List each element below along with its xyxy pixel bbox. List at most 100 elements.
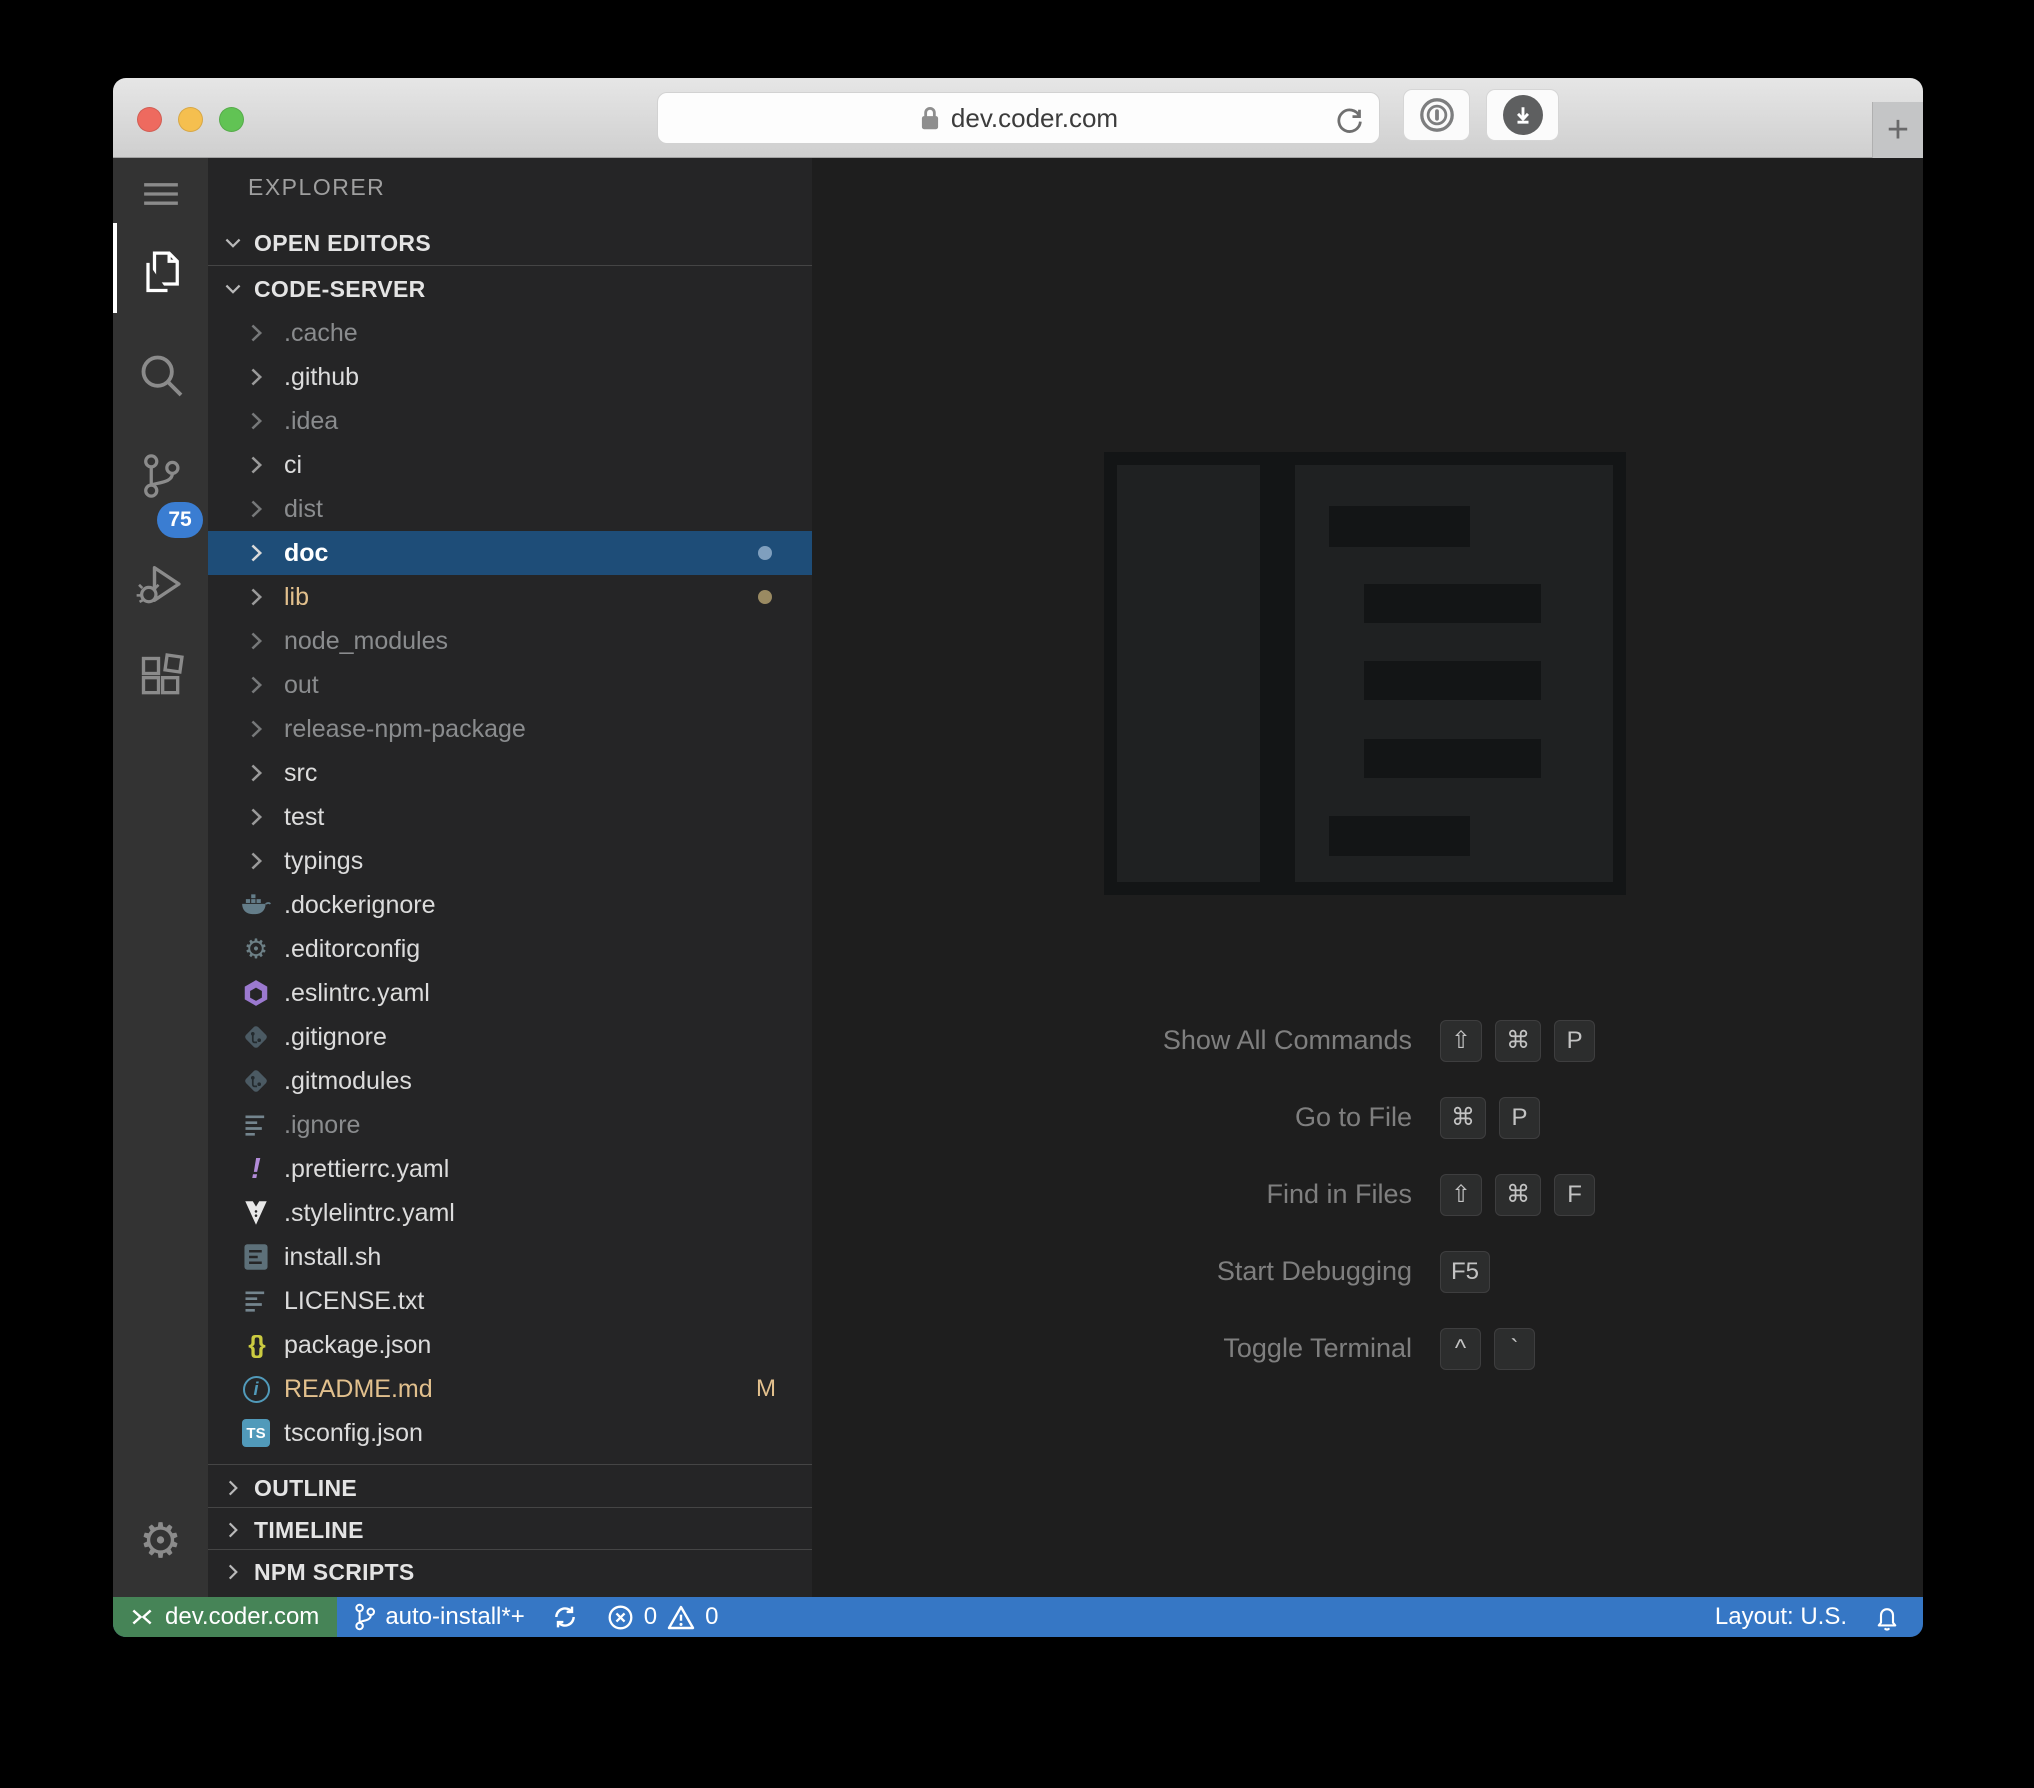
activity-item-source-control[interactable]: 75 xyxy=(113,444,208,538)
minimize-window-button[interactable] xyxy=(178,107,203,132)
key-cap: F5 xyxy=(1440,1250,1491,1293)
remote-indicator[interactable]: dev.coder.com xyxy=(113,1597,338,1637)
tree-item-dist[interactable]: dist xyxy=(208,487,812,531)
decoration-dot xyxy=(758,590,772,604)
activity-item-menu[interactable] xyxy=(113,162,208,226)
activity-item-run-debug[interactable] xyxy=(113,552,208,616)
watermark-left-panel xyxy=(1117,465,1260,882)
section-label: TIMELINE xyxy=(254,1516,364,1543)
tree-item-label: .prettierrc.yaml xyxy=(284,1154,450,1183)
zoom-window-button[interactable] xyxy=(219,107,244,132)
shortcut-row: Toggle Terminal ^ ` xyxy=(812,1310,1923,1387)
one-password-extension-button[interactable] xyxy=(1403,89,1470,141)
eslint-icon xyxy=(238,978,274,1008)
tree-item-lib[interactable]: lib xyxy=(208,575,812,619)
sync-changes-button[interactable] xyxy=(551,1603,579,1631)
browser-titlebar: dev.coder.com + xyxy=(113,78,1923,158)
chevron-right-icon xyxy=(238,453,274,477)
chevron-right-icon xyxy=(238,497,274,521)
tree-item-README.md[interactable]: i README.md M xyxy=(208,1367,812,1411)
section-workspace-root[interactable]: CODE-SERVER xyxy=(208,267,812,311)
tree-item-doc[interactable]: doc xyxy=(208,531,812,575)
tree-item-src[interactable]: src xyxy=(208,751,812,795)
tree-item-label: .eslintrc.yaml xyxy=(284,978,430,1007)
sync-icon xyxy=(554,1606,575,1628)
watermark-right-panel xyxy=(1295,465,1613,882)
text-lines-icon xyxy=(238,1111,274,1139)
tree-item-label: package.json xyxy=(284,1330,432,1359)
tree-item-.cache[interactable]: .cache xyxy=(208,311,812,355)
tree-item-.gitmodules[interactable]: .gitmodules xyxy=(208,1059,812,1103)
notifications-bell-button[interactable] xyxy=(1873,1602,1901,1632)
address-bar[interactable]: dev.coder.com xyxy=(657,92,1380,144)
tree-item-label: .editorconfig xyxy=(284,934,421,963)
tree-item-.editorconfig[interactable]: ⚙ .editorconfig xyxy=(208,927,812,971)
section-open-editors[interactable]: OPEN EDITORS xyxy=(208,221,812,265)
activity-item-extensions[interactable] xyxy=(113,644,208,708)
settings-gear-icon[interactable]: ⚙ xyxy=(113,1506,208,1576)
error-count: 0 xyxy=(643,1603,658,1630)
decoration-dot xyxy=(758,546,772,560)
tree-item-.prettierrc.yaml[interactable]: ! .prettierrc.yaml xyxy=(208,1147,812,1191)
tree-item-ci[interactable]: ci xyxy=(208,443,812,487)
chevron-right-icon xyxy=(238,673,274,697)
tree-item-label: typings xyxy=(284,846,364,875)
tree-item-test[interactable]: test xyxy=(208,795,812,839)
shortcut-row: Find in Files ⇧ ⌘ F xyxy=(812,1156,1923,1233)
tree-item-install.sh[interactable]: install.sh xyxy=(208,1235,812,1279)
section-outline[interactable]: OUTLINE xyxy=(208,1466,812,1510)
tree-item-label: test xyxy=(284,802,325,831)
downloads-button[interactable] xyxy=(1486,89,1559,141)
tree-item-.stylelintrc.yaml[interactable]: .stylelintrc.yaml xyxy=(208,1191,812,1235)
editorconfig-gear-icon: ⚙ xyxy=(243,933,269,964)
layout-label: Layout: U.S. xyxy=(1714,1603,1847,1630)
explorer-title: EXPLORER xyxy=(248,174,386,200)
section-npm-scripts[interactable]: NPM SCRIPTS xyxy=(208,1550,812,1594)
status-bar: dev.coder.com auto-install*+ 0 0 Layout:… xyxy=(113,1597,1923,1637)
keyboard-layout-status[interactable]: Layout: U.S. xyxy=(1715,1603,1847,1631)
tree-item-.dockerignore[interactable]: .dockerignore xyxy=(208,883,812,927)
tree-item-LICENSE.txt[interactable]: LICENSE.txt xyxy=(208,1279,812,1323)
tree-item-label: src xyxy=(284,758,318,787)
editor-watermark-graphic xyxy=(1104,452,1626,895)
menu-icon xyxy=(138,177,184,211)
shortcut-label: Go to File xyxy=(1294,1102,1412,1132)
tree-item-label: .ignore xyxy=(284,1110,361,1139)
tree-item-node_modules[interactable]: node_modules xyxy=(208,619,812,663)
git-status-badge: M xyxy=(756,1375,776,1402)
tree-item-.github[interactable]: .github xyxy=(208,355,812,399)
tree-item-.ignore[interactable]: .ignore xyxy=(208,1103,812,1147)
chevron-right-icon xyxy=(238,849,274,873)
tree-item-.idea[interactable]: .idea xyxy=(208,399,812,443)
docker-icon xyxy=(238,892,274,918)
tree-item-.gitignore[interactable]: .gitignore xyxy=(208,1015,812,1059)
section-timeline[interactable]: TIMELINE xyxy=(208,1508,812,1552)
tree-item-tsconfig.json[interactable]: TS tsconfig.json xyxy=(208,1411,812,1455)
chevron-right-icon xyxy=(238,541,274,565)
warning-count: 0 xyxy=(705,1603,719,1630)
json-braces-icon: {} xyxy=(248,1330,266,1359)
key-cap: P xyxy=(1554,1019,1596,1062)
tree-item-release-npm-package[interactable]: release-npm-package xyxy=(208,707,812,751)
activity-item-files[interactable] xyxy=(113,239,208,303)
tree-item-label: .gitignore xyxy=(284,1022,387,1051)
close-window-button[interactable] xyxy=(137,107,162,132)
shortcut-label: Start Debugging xyxy=(1216,1256,1412,1286)
chevron-right-icon xyxy=(238,585,274,609)
problems-status[interactable]: 0 0 xyxy=(607,1603,719,1631)
branch-name-label: auto-install*+ xyxy=(385,1603,525,1630)
new-tab-button[interactable]: + xyxy=(1872,102,1923,158)
tree-item-out[interactable]: out xyxy=(208,663,812,707)
tree-item-.eslintrc.yaml[interactable]: .eslintrc.yaml xyxy=(208,971,812,1015)
tree-item-typings[interactable]: typings xyxy=(208,839,812,883)
tree-item-package.json[interactable]: {} package.json xyxy=(208,1323,812,1367)
url-text: dev.coder.com xyxy=(950,102,1119,133)
activity-item-search[interactable] xyxy=(113,343,208,407)
tree-item-label: README.md xyxy=(284,1374,433,1403)
git-branch-status[interactable]: auto-install*+ xyxy=(353,1602,525,1632)
key-cap: ⌘ xyxy=(1495,1019,1542,1062)
shortcut-row: Start Debugging F5 xyxy=(812,1233,1923,1310)
tree-item-label: .dockerignore xyxy=(284,890,436,919)
divider xyxy=(208,1464,812,1465)
reload-icon[interactable] xyxy=(1333,103,1365,135)
